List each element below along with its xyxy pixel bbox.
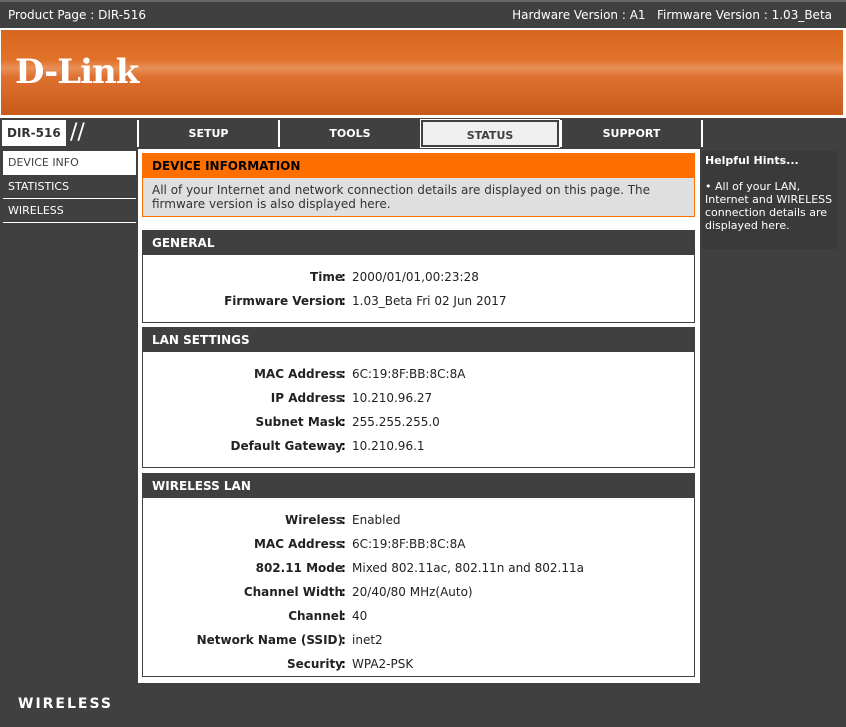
row-value: WPA2-PSK — [352, 657, 414, 671]
hints-title: Helpful Hints... — [705, 154, 799, 167]
sidebar: DEVICE INFO STATISTICS WIRELESS — [0, 149, 138, 683]
info-row: 802.11 Mode: Mixed 802.11ac, 802.11n and … — [143, 556, 694, 580]
row-label: Subnet Mask — [255, 415, 343, 429]
general-section: GENERAL Time:2000/01/01,00:23:28 Firmware… — [142, 230, 695, 323]
tab-setup[interactable]: SETUP — [137, 120, 278, 147]
row-colon: : — [341, 657, 346, 671]
row-value: 10.210.96.1 — [352, 439, 425, 453]
info-row: Security: WPA2-PSK — [143, 652, 694, 676]
hints-text: • All of your LAN, Internet and WIRELESS… — [705, 180, 833, 232]
info-row: Wireless: Enabled — [143, 508, 694, 532]
tab-empty — [701, 120, 846, 147]
row-label: Security — [286, 657, 343, 671]
model-label: DIR-516 — [2, 120, 66, 146]
sidebar-item-wireless[interactable]: WIRELESS — [3, 199, 136, 223]
row-label: Firmware Version — [224, 294, 343, 308]
row-colon: : — [341, 609, 346, 623]
row-colon: : — [341, 391, 346, 405]
info-row: MAC Address:6C:19:8F:BB:8C:8A — [143, 532, 694, 556]
info-row: Subnet Mask:255.255.255.0 — [143, 410, 694, 434]
section-title: WIRELESS LAN — [143, 474, 694, 498]
row-colon: : — [341, 633, 346, 647]
row-value: inet2 — [352, 633, 383, 647]
row-colon: : — [341, 439, 346, 453]
row-value: 20/40/80 MHz(Auto) — [352, 585, 473, 599]
row-value: 255.255.255.0 — [352, 415, 440, 429]
tab-status[interactable]: STATUS — [420, 119, 560, 148]
version-label: Hardware Version : A1 Firmware Version :… — [512, 8, 832, 22]
row-colon: : — [341, 513, 346, 527]
row-value: Mixed 802.11ac, 802.11n and 802.11a — [352, 561, 584, 575]
info-row: Network Name (SSID): inet2 — [143, 628, 694, 652]
row-colon: : — [341, 585, 346, 599]
row-label: Wireless — [285, 513, 343, 527]
row-value: 1.03_Beta Fri 02 Jun 2017 — [352, 294, 507, 308]
row-label: Time — [310, 270, 343, 284]
hints-panel: Helpful Hints... • All of your LAN, Inte… — [700, 149, 846, 683]
main-content: DEVICE INFORMATION All of your Internet … — [138, 149, 700, 683]
row-colon: : — [341, 367, 346, 381]
row-label: IP Address — [270, 391, 343, 405]
banner: D-Link — [1, 30, 843, 115]
tab-support[interactable]: SUPPORT — [560, 120, 701, 147]
row-label: MAC Address — [253, 537, 343, 551]
row-label: Channel — [288, 609, 343, 623]
product-page-label: Product Page : DIR-516 — [8, 8, 146, 22]
row-colon: : — [341, 415, 346, 429]
row-colon: : — [341, 294, 346, 308]
row-value: 40 — [352, 609, 368, 623]
row-value: 2000/01/01,00:23:28 — [352, 270, 479, 284]
slash-decoration: // — [70, 120, 85, 145]
intro-text: All of your Internet and network connect… — [143, 178, 694, 216]
info-row: Default Gateway:10.210.96.1 — [143, 434, 694, 458]
sidebar-item-device-info[interactable]: DEVICE INFO — [3, 151, 136, 175]
row-value: Enabled — [352, 513, 401, 527]
row-colon: : — [341, 537, 346, 551]
info-row: IP Address:10.210.96.27 — [143, 386, 694, 410]
info-row: Time:2000/01/01,00:23:28 — [143, 265, 694, 289]
section-title: LAN SETTINGS — [143, 328, 694, 352]
row-label: Network Name (SSID) — [196, 633, 343, 647]
lan-section: LAN SETTINGS MAC Address:6C:19:8F:BB:8C:… — [142, 327, 695, 468]
tab-tools[interactable]: TOOLS — [278, 120, 420, 147]
row-colon: : — [341, 561, 346, 575]
wireless-lan-section: WIRELESS LAN Wireless: Enabled MAC Address… — [142, 473, 695, 677]
row-colon: : — [341, 270, 346, 284]
main-nav: DIR-516 // SETUP TOOLS STATUS SUPPORT — [0, 118, 846, 149]
row-value: 10.210.96.27 — [352, 391, 433, 405]
dlink-logo: D-Link — [15, 52, 139, 92]
row-label: 802.11 Mode — [255, 561, 343, 575]
sidebar-item-statistics[interactable]: STATISTICS — [3, 175, 136, 199]
info-row: MAC Address:6C:19:8F:BB:8C:8A — [143, 362, 694, 386]
row-label: Channel Width — [243, 585, 343, 599]
footer: WIRELESS — [0, 683, 846, 727]
row-value: 6C:19:8F:BB:8C:8A — [352, 367, 466, 381]
device-info-box: DEVICE INFORMATION All of your Internet … — [142, 153, 695, 217]
row-value: 6C:19:8F:BB:8C:8A — [352, 537, 466, 551]
row-label: Default Gateway — [230, 439, 343, 453]
info-row: Channel:40 — [143, 604, 694, 628]
section-title: GENERAL — [143, 231, 694, 255]
row-label: MAC Address — [253, 367, 343, 381]
footer-wireless-label: WIRELESS — [18, 696, 114, 712]
top-bar: Product Page : DIR-516 Hardware Version … — [0, 0, 846, 28]
info-row: Channel Width:20/40/80 MHz(Auto) — [143, 580, 694, 604]
info-row: Firmware Version:1.03_Beta Fri 02 Jun 20… — [143, 289, 694, 313]
section-title: DEVICE INFORMATION — [143, 154, 694, 178]
